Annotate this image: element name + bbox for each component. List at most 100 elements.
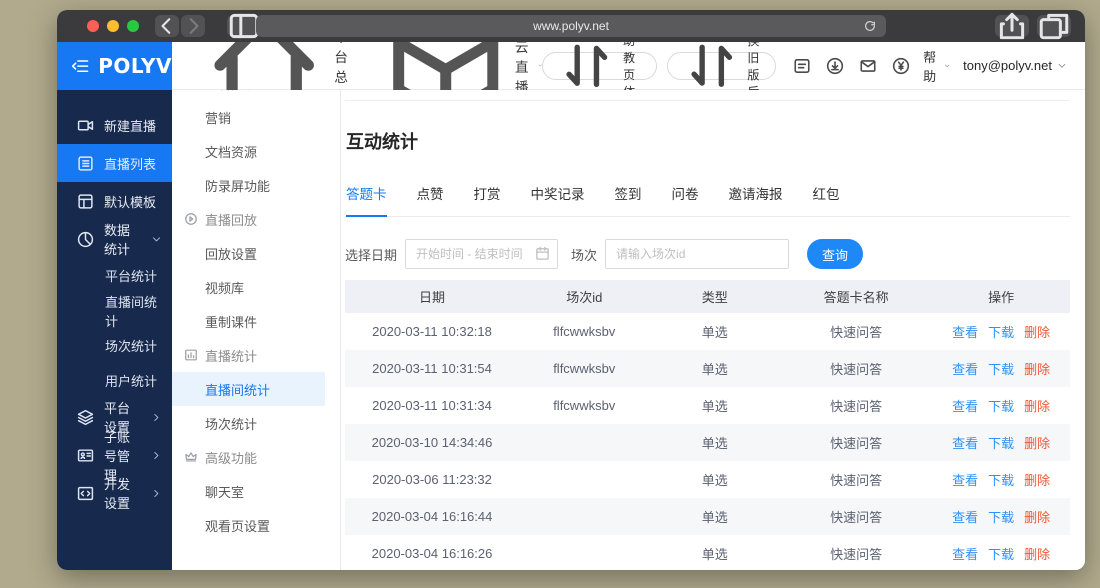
code-icon	[77, 485, 94, 502]
download-link[interactable]: 下载	[988, 325, 1014, 340]
download-link[interactable]: 下载	[988, 436, 1014, 451]
sidebar-item-label: 用户统计	[105, 374, 158, 389]
currency-icon[interactable]	[892, 57, 910, 75]
tab-红包[interactable]: 红包	[813, 183, 840, 216]
query-button[interactable]: 查询	[807, 239, 864, 269]
id-card-icon	[77, 447, 94, 464]
minimize-window-button[interactable]	[107, 20, 119, 32]
sidebar-item-新建直播[interactable]: 新建直播	[57, 106, 172, 144]
cell-actions: 查看 下载 删除	[932, 350, 1070, 387]
download-link[interactable]: 下载	[988, 399, 1014, 414]
document-icon[interactable]	[793, 57, 811, 75]
view-link[interactable]: 查看	[952, 547, 978, 562]
cell-actions: 查看 下载 删除	[932, 535, 1070, 570]
view-link[interactable]: 查看	[952, 510, 978, 525]
url-bar[interactable]: www.polyv.net	[256, 15, 886, 37]
tab-点赞[interactable]: 点赞	[417, 183, 444, 216]
delete-link[interactable]: 删除	[1024, 436, 1050, 451]
tab-中奖记录[interactable]: 中奖记录	[531, 183, 585, 216]
sidebar-item-用户统计[interactable]: 用户统计	[57, 363, 172, 398]
submenu-item-场次统计[interactable]: 场次统计	[172, 406, 340, 440]
download-link[interactable]: 下载	[988, 510, 1014, 525]
download-icon[interactable]	[826, 57, 844, 75]
cell-date: 2020-03-11 10:32:18	[372, 324, 492, 339]
collapse-menu-icon[interactable]	[71, 57, 89, 75]
tabs-overview-button[interactable]	[1037, 13, 1071, 40]
download-link[interactable]: 下载	[988, 547, 1014, 562]
sidebar-item-label: 数据统计	[104, 223, 131, 257]
close-window-button[interactable]	[87, 20, 99, 32]
cell-type: 单选	[701, 473, 728, 488]
back-button[interactable]	[155, 15, 179, 37]
submenu-item-重制课件[interactable]: 重制课件	[172, 304, 340, 338]
tab-问卷[interactable]: 问卷	[672, 183, 699, 216]
header-nav-label: 云直播	[514, 39, 529, 95]
column-header-操作: 操作	[932, 280, 1070, 313]
reload-icon[interactable]	[863, 19, 877, 33]
url-text: www.polyv.net	[533, 19, 609, 33]
tab-答题卡[interactable]: 答题卡	[346, 183, 387, 217]
delete-link[interactable]: 删除	[1024, 325, 1050, 340]
share-button[interactable]	[995, 12, 1029, 40]
sidebar-item-子账号管理[interactable]: 子账号管理	[57, 430, 172, 483]
view-link[interactable]: 查看	[952, 399, 978, 414]
sidebar-item-直播列表[interactable]: 直播列表	[57, 144, 172, 182]
submenu-item-观看限制[interactable]: 观看限制	[172, 90, 340, 100]
delete-link[interactable]: 删除	[1024, 362, 1050, 377]
chevron-right-icon	[151, 450, 162, 461]
submenu-item-聊天室[interactable]: 聊天室	[172, 474, 340, 508]
sidebar-item-平台统计[interactable]: 平台统计	[57, 258, 172, 293]
secondary-sidebar-list: 观看限制营销文档资源防录屏功能直播回放回放设置视频库重制课件直播统计直播间统计场…	[172, 90, 340, 542]
sidebar-item-默认模板[interactable]: 默认模板	[57, 182, 172, 220]
download-link[interactable]: 下载	[988, 362, 1014, 377]
tab-打赏[interactable]: 打赏	[474, 183, 501, 216]
forward-button[interactable]	[181, 15, 205, 37]
sidebar-item-开发设置[interactable]: 开发设置	[57, 474, 172, 512]
page-title: 互动统计	[346, 132, 418, 152]
sidebar-item-数据统计[interactable]: 数据统计	[57, 220, 172, 258]
submenu-item-文档资源[interactable]: 文档资源	[172, 134, 340, 168]
session-id-input[interactable]	[605, 239, 790, 269]
submenu-section-直播统计: 直播统计	[172, 338, 340, 372]
cell-name: 快速问答	[830, 547, 883, 562]
list-icon	[77, 155, 94, 172]
submenu-item-视频库[interactable]: 视频库	[172, 270, 340, 304]
submenu-label: 文档资源	[205, 144, 258, 160]
view-link[interactable]: 查看	[952, 436, 978, 451]
view-link[interactable]: 查看	[952, 325, 978, 340]
tab-签到[interactable]: 签到	[615, 183, 642, 216]
download-link[interactable]: 下载	[988, 473, 1014, 488]
mail-icon[interactable]	[859, 57, 877, 75]
delete-link[interactable]: 删除	[1024, 473, 1050, 488]
layers-icon	[77, 409, 94, 426]
header-pill-button[interactable]: 新版助教页体验中	[542, 10, 657, 133]
view-link[interactable]: 查看	[952, 473, 978, 488]
zoom-window-button[interactable]	[127, 20, 139, 32]
cell-type: 单选	[701, 547, 728, 562]
cell-name: 快速问答	[780, 424, 933, 461]
table-row: 2020-03-04 16:16:26 单选 快速问答 查看 下载 删除	[345, 535, 1070, 570]
submenu-item-观看页设置[interactable]: 观看页设置	[172, 508, 340, 542]
delete-link[interactable]: 删除	[1024, 510, 1050, 525]
submenu-section-直播回放: 直播回放	[172, 202, 340, 236]
delete-link[interactable]: 删除	[1024, 399, 1050, 414]
sidebar-item-label: 默认模板	[104, 194, 157, 210]
submenu-item-直播间统计[interactable]: 直播间统计	[172, 372, 325, 406]
answer-card-table: 日期 场次id 类型 答题卡名称 操作 2020-03-11 10:32:18 flfcw…	[345, 280, 1070, 570]
header-pill-button[interactable]: 切换旧版后台	[666, 17, 777, 116]
header-right: 新版助教页体验中切换旧版后台 帮助 tony@polyv.net	[542, 10, 1067, 133]
submenu-item-回放设置[interactable]: 回放设置	[172, 236, 340, 270]
submenu-item-防录屏功能[interactable]: 防录屏功能	[172, 168, 340, 202]
polyv-logo[interactable]: POLYV	[57, 42, 172, 90]
tab-邀请海报[interactable]: 邀请海报	[729, 183, 783, 216]
cell-date: 2020-03-11 10:31:34	[372, 398, 492, 413]
submenu-item-营销[interactable]: 营销	[172, 100, 340, 134]
view-link[interactable]: 查看	[952, 362, 978, 377]
cell-actions: 查看 下载 删除	[932, 424, 1070, 461]
help-menu[interactable]: 帮助	[923, 47, 950, 85]
account-menu[interactable]: tony@polyv.net	[963, 58, 1067, 73]
delete-link[interactable]: 删除	[1024, 547, 1050, 562]
date-range-input[interactable]	[405, 239, 559, 269]
sidebar-item-场次统计[interactable]: 场次统计	[57, 328, 172, 363]
sidebar-item-直播间统计[interactable]: 直播间统计	[57, 293, 172, 329]
